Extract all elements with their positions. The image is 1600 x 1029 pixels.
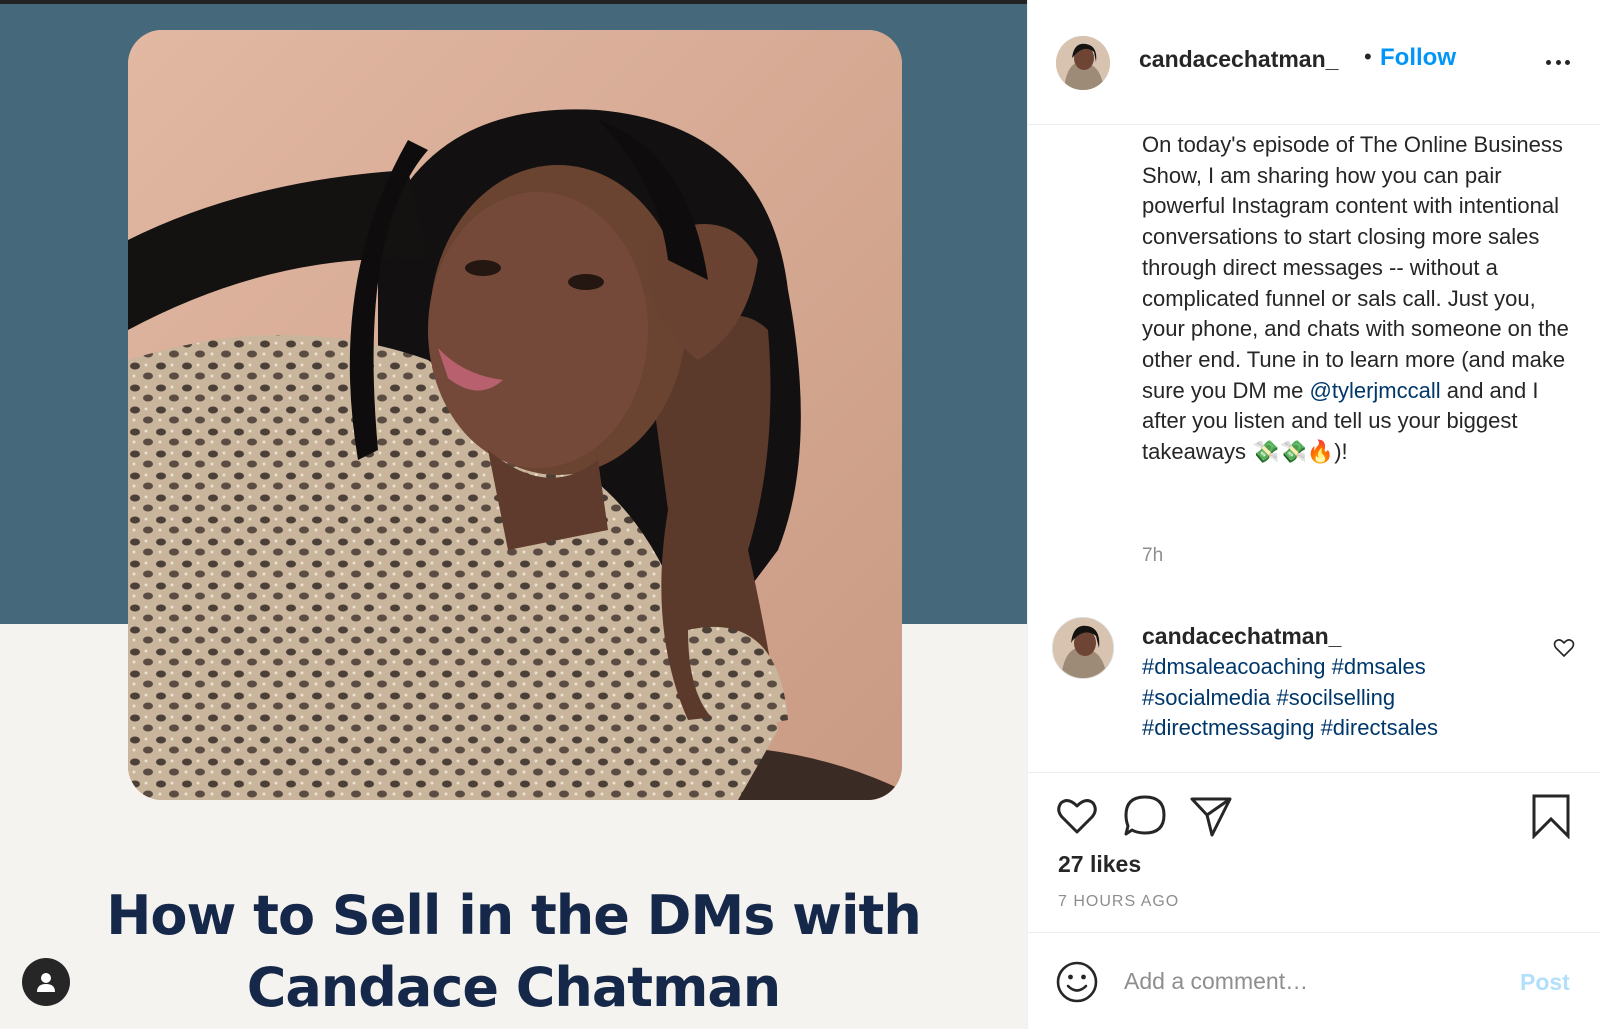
- portrait-photo: [128, 30, 902, 800]
- author-avatar[interactable]: [1056, 36, 1110, 90]
- add-comment-bar: Post: [1028, 932, 1600, 1029]
- likes-count[interactable]: 27 likes: [1058, 851, 1141, 878]
- hashtag-link[interactable]: #socilselling: [1277, 685, 1396, 710]
- post-media[interactable]: How to Sell in the DMs with Candace Chat…: [0, 0, 1027, 1029]
- save-bookmark-icon[interactable]: [1528, 793, 1574, 840]
- post-actions: 27 likes 7 HOURS AGO: [1028, 772, 1600, 932]
- add-comment-input[interactable]: [1124, 959, 1504, 1003]
- headline-line-1: How to Sell in the DMs with: [106, 884, 922, 947]
- follow-button[interactable]: Follow: [1380, 44, 1456, 72]
- post-comment-button[interactable]: Post: [1520, 969, 1570, 996]
- header-separator: •: [1364, 44, 1372, 69]
- author-username[interactable]: candacechatman_: [1139, 46, 1338, 73]
- comment-bubble-icon[interactable]: [1122, 793, 1168, 839]
- comment-hashtags: #dmsaleacoaching #dmsales #socialmedia #s…: [1142, 652, 1572, 744]
- post-header: candacechatman_ • Follow: [1028, 0, 1600, 125]
- hashtag-link[interactable]: #dmsaleacoaching: [1142, 654, 1325, 679]
- post-headline: How to Sell in the DMs with Candace Chat…: [0, 880, 1027, 1024]
- caption-timestamp[interactable]: 7h: [1142, 545, 1163, 567]
- media-top-strip: [0, 0, 1027, 4]
- hashtag-link[interactable]: #directmessaging: [1142, 715, 1314, 740]
- share-paper-plane-icon[interactable]: [1188, 793, 1234, 839]
- headline-line-2: Candace Chatman: [246, 956, 782, 1019]
- hashtag-link[interactable]: #dmsales: [1332, 654, 1426, 679]
- user-icon: [37, 973, 55, 992]
- more-dot: [1546, 59, 1551, 65]
- hashtag-link[interactable]: #directsales: [1321, 715, 1438, 740]
- post-date[interactable]: 7 HOURS AGO: [1058, 893, 1179, 911]
- caption-text: On today's episode of The Online Busines…: [1142, 132, 1569, 403]
- like-heart-icon[interactable]: [1054, 793, 1100, 839]
- commenter-avatar[interactable]: [1052, 617, 1114, 679]
- more-dot: [1555, 59, 1561, 65]
- emoji-smiley-icon[interactable]: [1056, 961, 1098, 1003]
- comment-like-heart-icon[interactable]: [1552, 636, 1576, 660]
- hashtag-link[interactable]: #socialmedia: [1142, 685, 1270, 710]
- tagged-users-button[interactable]: [22, 958, 70, 1006]
- instagram-post: How to Sell in the DMs with Candace Chat…: [0, 0, 1600, 1029]
- caption-mention[interactable]: @tylerjmccall: [1310, 378, 1441, 403]
- commenter-username[interactable]: candacechatman_: [1142, 623, 1341, 650]
- post-sidebar: candacechatman_ • Follow On today's epis…: [1027, 0, 1600, 1029]
- more-dot: [1565, 59, 1570, 65]
- post-caption: On today's episode of The Online Busines…: [1142, 130, 1582, 468]
- more-options-icon[interactable]: [1540, 50, 1576, 74]
